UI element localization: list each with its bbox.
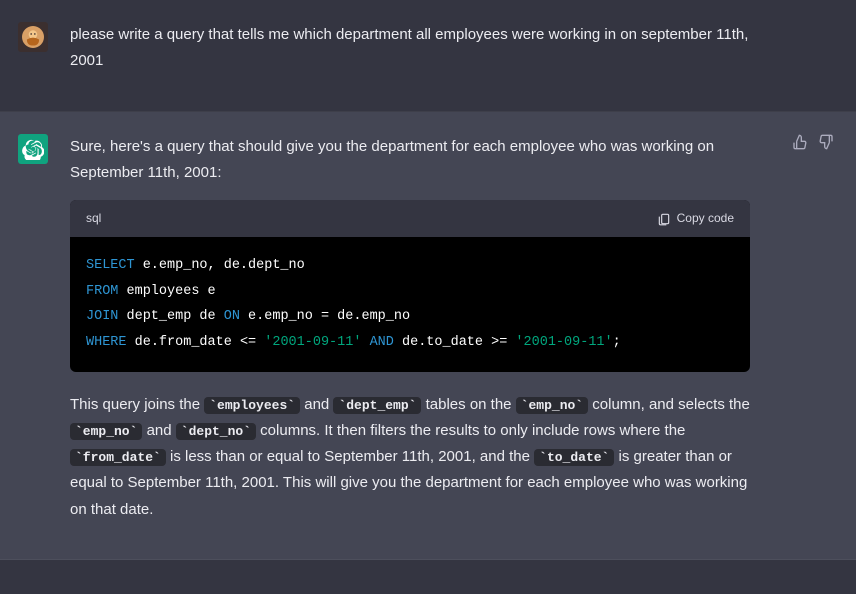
user-avatar bbox=[18, 22, 48, 52]
thumbs-up-icon[interactable] bbox=[792, 134, 808, 150]
copy-code-button[interactable]: Copy code bbox=[657, 208, 734, 229]
inline-code: `emp_no` bbox=[70, 423, 142, 440]
user-message-text: please write a query that tells me which… bbox=[70, 22, 750, 75]
code-language-label: sql bbox=[86, 208, 101, 229]
feedback-buttons bbox=[792, 134, 834, 150]
thumbs-down-icon[interactable] bbox=[818, 134, 834, 150]
assistant-message-content: Sure, here's a query that should give yo… bbox=[70, 134, 750, 537]
user-message: please write a query that tells me which… bbox=[0, 0, 856, 112]
code-block: sql Copy code SELECT e.emp_no, de.dept_n… bbox=[70, 200, 750, 372]
clipboard-icon bbox=[657, 212, 671, 226]
inline-code: `from_date` bbox=[70, 449, 166, 466]
inline-code: `employees` bbox=[204, 397, 300, 414]
copy-code-label: Copy code bbox=[677, 208, 734, 229]
user-message-content: please write a query that tells me which… bbox=[70, 22, 750, 89]
code-header: sql Copy code bbox=[70, 200, 750, 237]
assistant-explanation: This query joins the `employees` and `de… bbox=[70, 392, 750, 523]
inline-code: `to_date` bbox=[534, 449, 614, 466]
inline-code: `emp_no` bbox=[516, 397, 588, 414]
assistant-message: Sure, here's a query that should give yo… bbox=[0, 112, 856, 560]
assistant-avatar bbox=[18, 134, 48, 164]
inline-code: `dept_emp` bbox=[333, 397, 421, 414]
user-avatar-icon bbox=[22, 26, 44, 48]
inline-code: `dept_no` bbox=[176, 423, 256, 440]
code-content[interactable]: SELECT e.emp_no, de.dept_no FROM employe… bbox=[70, 237, 750, 372]
openai-logo-icon bbox=[22, 138, 44, 160]
assistant-intro-text: Sure, here's a query that should give yo… bbox=[70, 134, 750, 187]
